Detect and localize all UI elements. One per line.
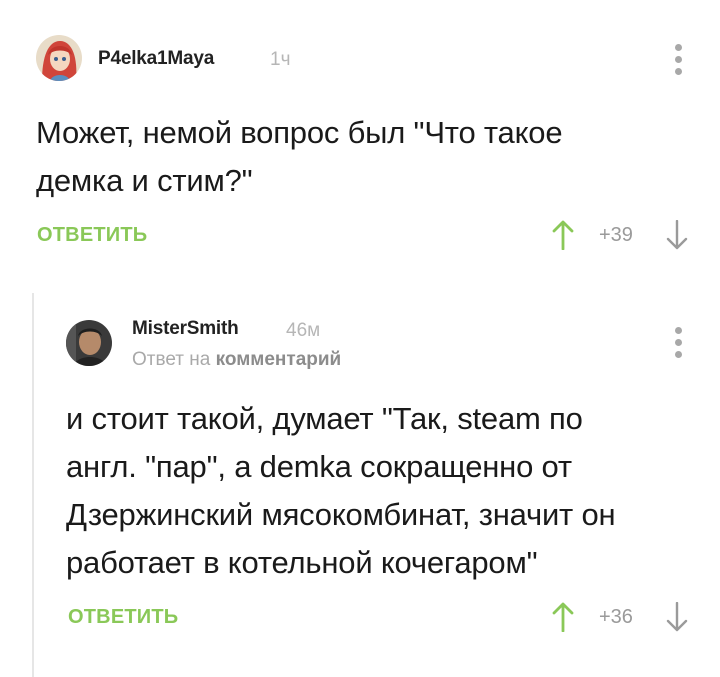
downvote-arrow-icon[interactable]: [666, 219, 688, 255]
reply-to-prefix: Ответ на: [132, 349, 211, 370]
reply-button[interactable]: ОТВЕТИТЬ: [68, 606, 178, 629]
reply-to-link[interactable]: комментарий: [216, 349, 342, 370]
comment-text-line: Может, немой вопрос был "Что такое: [36, 115, 563, 150]
upvote-arrow-icon[interactable]: [552, 220, 574, 255]
reply-button[interactable]: ОТВЕТИТЬ: [37, 224, 147, 247]
comment-text-line: Дзержинский мясокомбинат, значит он: [66, 497, 616, 532]
more-menu-icon[interactable]: [673, 327, 683, 363]
comment-text-line: работает в котельной кочегаром": [66, 545, 538, 580]
anime-avatar-icon: [36, 35, 82, 81]
score: +36: [599, 606, 633, 628]
man-avatar-icon: [66, 320, 112, 366]
comment-1: P4elka1Maya 1ч Может, немой вопрос был "…: [0, 0, 720, 270]
username[interactable]: MisterSmith: [132, 318, 239, 340]
comment-text-line: англ. "пар", а demka сокращенно от: [66, 449, 572, 484]
username[interactable]: P4elka1Maya: [98, 48, 214, 70]
comment-text-line: демка и стим?": [36, 163, 253, 198]
comment-time: 1ч: [270, 49, 291, 70]
score: +39: [599, 224, 633, 246]
comment-time: 46м: [286, 320, 321, 341]
reply-to-text: Ответ на комментарий: [132, 349, 341, 371]
comment-text-line: и стоит такой, думает "Так, steam по: [66, 401, 583, 436]
downvote-arrow-icon[interactable]: [666, 601, 688, 637]
comment-text: Может, немой вопрос был "Что такое демка…: [36, 109, 563, 205]
comment-text: и стоит такой, думает "Так, steam по анг…: [66, 395, 616, 587]
more-menu-icon[interactable]: [673, 44, 683, 80]
user-avatar[interactable]: [36, 35, 82, 81]
thread-line: [32, 293, 34, 677]
user-avatar[interactable]: [66, 320, 112, 366]
upvote-arrow-icon[interactable]: [552, 602, 574, 637]
